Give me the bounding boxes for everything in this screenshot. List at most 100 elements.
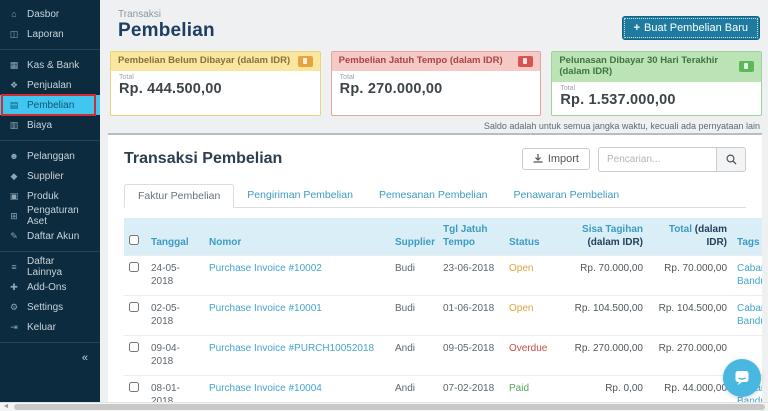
- customers-icon: ☻: [8, 151, 20, 161]
- search-input[interactable]: [598, 147, 716, 172]
- sidebar-item-purchases[interactable]: ▤ Pembelian: [0, 95, 100, 115]
- suppliers-icon: ◆: [8, 171, 20, 182]
- list-icon: ≡: [8, 262, 20, 272]
- sidebar-item-customers[interactable]: ☻ Pelanggan: [0, 146, 100, 166]
- sidebar-item-addons[interactable]: ✚ Add-Ons: [0, 277, 100, 297]
- tag-link[interactable]: Cabang Bandung: [737, 263, 762, 288]
- balance-disclaimer: Saldo adalah untuk semua jangka waktu, k…: [108, 121, 760, 131]
- card-body: Total Rp. 1.537.000,00: [552, 82, 761, 115]
- panel-title: Transaksi Pembelian: [124, 150, 282, 168]
- sidebar-item-label: Keluar: [27, 322, 56, 333]
- table-row: 02-05-2018 Purchase Invoice #10001 Budi …: [124, 295, 762, 335]
- row-checkbox[interactable]: [129, 382, 139, 392]
- assets-icon: ⊞: [8, 211, 20, 222]
- chat-widget-button[interactable]: [723, 359, 761, 397]
- sidebar-item-sales[interactable]: ❖ Penjualan: [0, 75, 100, 95]
- accounts-icon: ✎: [8, 231, 20, 242]
- invoice-link[interactable]: Purchase Invoice #PURCH10052018: [209, 343, 374, 354]
- column-tanggal[interactable]: Tanggal: [146, 218, 204, 256]
- invoice-link[interactable]: Purchase Invoice #10004: [209, 383, 322, 394]
- select-all-checkbox[interactable]: [129, 235, 139, 245]
- table-header-row: Tanggal Nomor Supplier Tgl Jatuh Tempo S…: [124, 218, 762, 256]
- sidebar-item-label: Penjualan: [27, 80, 71, 91]
- column-tags[interactable]: Tags: [732, 218, 762, 256]
- card-title: Pelunasan Dibayar 30 Hari Terakhir (dala…: [559, 56, 739, 78]
- sales-icon: ❖: [8, 80, 20, 91]
- search-button[interactable]: [716, 147, 746, 172]
- sidebar-item-logout[interactable]: ⇥ Keluar: [0, 317, 100, 337]
- column-nomor[interactable]: Nomor: [204, 218, 390, 256]
- sidebar-divider: [0, 342, 100, 343]
- sidebar-item-label: Pembelian: [27, 100, 74, 111]
- gear-icon: ⚙: [8, 302, 20, 313]
- import-button[interactable]: Import: [522, 148, 590, 170]
- sidebar-item-label: Laporan: [27, 29, 64, 40]
- column-supplier[interactable]: Supplier: [390, 218, 438, 256]
- cell-supplier: Andi: [390, 335, 438, 375]
- cell-total: Rp. 270.000,00: [648, 335, 732, 375]
- products-icon: ▣: [8, 191, 20, 202]
- card-overdue-purchases: Pembelian Jatuh Tempo (dalam IDR) Total …: [331, 51, 542, 116]
- cell-jatuh-tempo: 09-05-2018: [438, 335, 504, 375]
- sidebar-item-label: Add-Ons: [27, 282, 66, 293]
- sidebar-item-other-lists[interactable]: ≡ Daftar Lainnya: [0, 257, 100, 277]
- row-checkbox[interactable]: [129, 302, 139, 312]
- download-icon: [533, 154, 543, 164]
- purchases-icon: ▤: [8, 100, 20, 111]
- chat-icon: [733, 369, 751, 387]
- tab-pemesanan-pembelian[interactable]: Pemesanan Pembelian: [366, 184, 501, 208]
- bank-icon: ▦: [8, 60, 20, 71]
- scrollbar-thumb[interactable]: [14, 404, 765, 410]
- page-header: Transaksi Pembelian +Buat Pembelian Baru: [100, 0, 768, 42]
- card-header: Pembelian Jatuh Tempo (dalam IDR): [332, 52, 541, 71]
- card-title: Pembelian Belum Dibayar (dalam IDR): [118, 56, 290, 67]
- sidebar-divider: [0, 49, 100, 50]
- sidebar-item-asset-settings[interactable]: ⊞ Pengaturan Aset: [0, 206, 100, 226]
- sidebar-item-label: Daftar Akun: [27, 231, 79, 242]
- sidebar-item-settings[interactable]: ⚙ Settings: [0, 297, 100, 317]
- card-title: Pembelian Jatuh Tempo (dalam IDR): [339, 56, 503, 67]
- tab-penawaran-pembelian[interactable]: Penawaran Pembelian: [501, 184, 633, 208]
- reports-icon: ◫: [8, 29, 20, 40]
- column-tgl-jatuh-tempo[interactable]: Tgl Jatuh Tempo: [438, 218, 504, 256]
- sidebar-divider: [0, 140, 100, 141]
- dashboard-icon: ⌂: [8, 9, 20, 19]
- tab-bar: Faktur Pembelian Pengiriman Pembelian Pe…: [124, 184, 746, 208]
- total-label: Total: [560, 85, 753, 92]
- sidebar-item-label: Supplier: [27, 171, 64, 182]
- cell-tanggal: 02-05-2018: [146, 295, 204, 335]
- sidebar-item-label: Daftar Lainnya: [27, 256, 92, 278]
- create-purchase-button[interactable]: +Buat Pembelian Baru: [622, 16, 760, 40]
- card-badge-icon: [739, 61, 754, 72]
- column-total[interactable]: Total (dalam IDR): [648, 218, 732, 256]
- total-value: Rp. 270.000,00: [340, 81, 533, 97]
- cell-tanggal: 09-04-2018: [146, 335, 204, 375]
- column-status[interactable]: Status: [504, 218, 556, 256]
- scroll-left-arrow[interactable]: ◄: [1, 403, 11, 411]
- horizontal-scrollbar[interactable]: ◄: [0, 402, 768, 411]
- cell-total: Rp. 70.000,00: [648, 255, 732, 295]
- sidebar-item-suppliers[interactable]: ◆ Supplier: [0, 166, 100, 186]
- sidebar-item-reports[interactable]: ◫ Laporan: [0, 24, 100, 44]
- sidebar-item-expenses[interactable]: ▥ Biaya: [0, 115, 100, 135]
- sidebar-item-label: Biaya: [27, 120, 52, 131]
- sidebar-item-products[interactable]: ▣ Produk: [0, 186, 100, 206]
- tag-link[interactable]: Cabang Bandung: [737, 303, 762, 328]
- sidebar-item-cash-bank[interactable]: ▦ Kas & Bank: [0, 55, 100, 75]
- invoice-link[interactable]: Purchase Invoice #10002: [209, 263, 322, 274]
- row-checkbox[interactable]: [129, 342, 139, 352]
- sidebar-collapse-button[interactable]: «: [0, 348, 100, 368]
- expenses-icon: ▥: [8, 120, 20, 131]
- column-sisa-tagihan[interactable]: Sisa Tagihan (dalam IDR): [556, 218, 648, 256]
- cell-supplier: Budi: [390, 255, 438, 295]
- sidebar: ⌂ Dasbor ◫ Laporan ▦ Kas & Bank ❖ Penjua…: [0, 0, 100, 411]
- cell-total: Rp. 104.500,00: [648, 295, 732, 335]
- cell-tanggal: 24-05-2018: [146, 255, 204, 295]
- invoice-link[interactable]: Purchase Invoice #10001: [209, 303, 322, 314]
- total-value: Rp. 1.537.000,00: [560, 92, 753, 108]
- sidebar-item-dashboard[interactable]: ⌂ Dasbor: [0, 4, 100, 24]
- row-checkbox[interactable]: [129, 262, 139, 272]
- tab-faktur-pembelian[interactable]: Faktur Pembelian: [124, 184, 234, 208]
- tab-pengiriman-pembelian[interactable]: Pengiriman Pembelian: [234, 184, 366, 208]
- sidebar-item-chart-of-accounts[interactable]: ✎ Daftar Akun: [0, 226, 100, 246]
